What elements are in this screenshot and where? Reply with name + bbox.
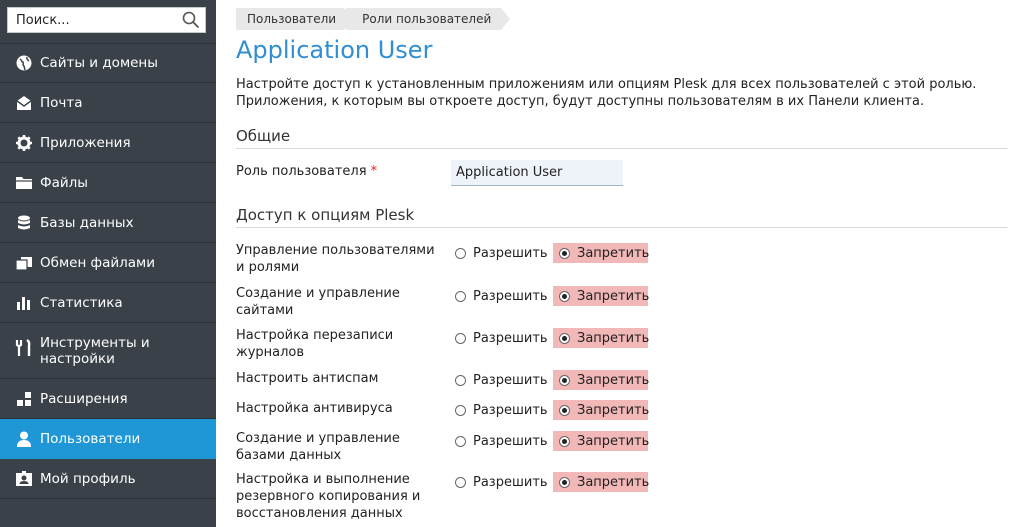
sidebar-item-extensions[interactable]: Расширения — [0, 379, 216, 419]
allow-radio[interactable] — [455, 435, 466, 447]
sidebar-item-label: Почта — [40, 94, 83, 111]
deny-radio-option[interactable]: Запретить — [553, 286, 650, 306]
search-icon[interactable] — [181, 10, 201, 30]
user-icon — [15, 430, 33, 448]
permission-label: Настроить антиспам — [236, 371, 379, 386]
permission-label: Настройка антивируса — [236, 401, 393, 416]
deny-radio-option[interactable]: Запретить — [553, 400, 650, 420]
deny-label: Запретить — [577, 372, 650, 388]
sidebar-item-label: Сайты и домены — [40, 55, 158, 71]
sidebar-nav: Сайты и домены Почта Приложения Файлы Ба… — [0, 43, 216, 499]
sidebar-item-label: Мой профиль — [40, 470, 136, 487]
allow-radio-option[interactable]: Разрешить — [455, 370, 548, 390]
permission-label: Настройка и выполнение резервного копиро… — [236, 472, 421, 521]
folder-icon — [15, 174, 33, 192]
sidebar-item-label: Обмен файлами — [40, 254, 156, 271]
sidebar: Сайты и домены Почта Приложения Файлы Ба… — [0, 0, 216, 527]
section-heading-general: Общие — [236, 127, 1007, 149]
tools-icon — [15, 339, 33, 357]
deny-radio[interactable] — [559, 476, 570, 488]
database-icon — [15, 214, 33, 232]
role-field-label: Роль пользователя * — [236, 164, 377, 179]
allow-radio-option[interactable]: Разрешить — [455, 286, 548, 306]
allow-label: Разрешить — [473, 288, 548, 304]
deny-radio[interactable] — [559, 290, 570, 302]
allow-radio[interactable] — [455, 290, 466, 302]
deny-radio[interactable] — [559, 404, 570, 416]
sidebar-item-label: Статистика — [40, 294, 123, 311]
sidebar-item-label: Файлы — [40, 174, 88, 191]
allow-radio-option[interactable]: Разрешить — [455, 243, 548, 263]
file-sharing-icon — [15, 254, 33, 272]
allow-radio[interactable] — [455, 332, 466, 344]
deny-label: Запретить — [577, 245, 650, 261]
bar-chart-icon — [15, 294, 33, 312]
permission-label: Настройка перезаписи журналов — [236, 328, 394, 360]
deny-radio[interactable] — [559, 247, 570, 259]
deny-radio-option[interactable]: Запретить — [553, 431, 650, 451]
deny-radio-option[interactable]: Запретить — [553, 472, 650, 492]
allow-radio[interactable] — [455, 247, 466, 259]
deny-label: Запретить — [577, 402, 650, 418]
role-label-text: Роль пользователя — [236, 164, 367, 179]
permission-label: Создание и управление базами данных — [236, 431, 400, 463]
deny-label: Запретить — [577, 330, 650, 346]
profile-card-icon — [15, 470, 33, 488]
sidebar-item-databases[interactable]: Базы данных — [0, 203, 216, 243]
section-heading-plesk-access: Доступ к опциям Plesk — [236, 206, 1007, 228]
sidebar-item-my-profile[interactable]: Мой профиль — [0, 459, 216, 499]
allow-radio-option[interactable]: Разрешить — [455, 400, 548, 420]
allow-radio[interactable] — [455, 374, 466, 386]
search-box — [7, 7, 206, 33]
gear-icon — [15, 134, 33, 152]
required-mark: * — [370, 164, 378, 179]
allow-radio[interactable] — [455, 404, 466, 416]
breadcrumb-item-user-roles[interactable]: Роли пользователей — [346, 8, 511, 30]
sidebar-item-label: Инструменты и настройки — [40, 334, 150, 367]
sidebar-item-label: Расширения — [40, 390, 128, 407]
role-name-input[interactable] — [451, 160, 623, 186]
sidebar-item-label: Пользователи — [40, 430, 141, 447]
sidebar-item-file-sharing[interactable]: Обмен файлами — [0, 243, 216, 283]
sidebar-item-tools-settings[interactable]: Инструменты и настройки — [0, 323, 216, 379]
deny-radio[interactable] — [559, 332, 570, 344]
deny-radio[interactable] — [559, 374, 570, 386]
allow-label: Разрешить — [473, 433, 548, 449]
permission-label: Создание и управление сайтами — [236, 286, 400, 318]
sidebar-item-mail[interactable]: Почта — [0, 83, 216, 123]
globe-icon — [15, 54, 33, 72]
deny-label: Запретить — [577, 474, 650, 490]
allow-radio[interactable] — [455, 476, 466, 488]
breadcrumb-item-users[interactable]: Пользователи — [236, 8, 354, 30]
sidebar-item-label: Приложения — [40, 134, 131, 151]
deny-radio-option[interactable]: Запретить — [553, 328, 650, 348]
allow-radio-option[interactable]: Разрешить — [455, 328, 548, 348]
allow-radio-option[interactable]: Разрешить — [455, 431, 548, 451]
allow-radio-option[interactable]: Разрешить — [455, 472, 548, 492]
deny-label: Запретить — [577, 433, 650, 449]
search-input[interactable] — [8, 8, 176, 32]
sidebar-item-users[interactable]: Пользователи — [0, 419, 216, 459]
breadcrumb: Пользователи Роли пользователей — [236, 8, 511, 30]
allow-label: Разрешить — [473, 474, 548, 490]
allow-label: Разрешить — [473, 402, 548, 418]
deny-label: Запретить — [577, 288, 650, 304]
allow-label: Разрешить — [473, 245, 548, 261]
sidebar-item-statistics[interactable]: Статистика — [0, 283, 216, 323]
page-description: Настройте доступ к установленным приложе… — [236, 77, 977, 109]
extensions-icon — [15, 390, 33, 408]
sidebar-item-applications[interactable]: Приложения — [0, 123, 216, 163]
deny-radio[interactable] — [559, 435, 570, 447]
envelope-icon — [15, 94, 33, 112]
sidebar-item-label: Базы данных — [40, 214, 134, 231]
permission-label: Управление пользователями и ролями — [236, 243, 435, 275]
sidebar-item-files[interactable]: Файлы — [0, 163, 216, 203]
deny-radio-option[interactable]: Запретить — [553, 370, 650, 390]
sidebar-item-websites-domains[interactable]: Сайты и домены — [0, 43, 216, 83]
allow-label: Разрешить — [473, 372, 548, 388]
allow-label: Разрешить — [473, 330, 548, 346]
deny-radio-option[interactable]: Запретить — [553, 243, 650, 263]
page-title: Application User — [236, 36, 433, 64]
